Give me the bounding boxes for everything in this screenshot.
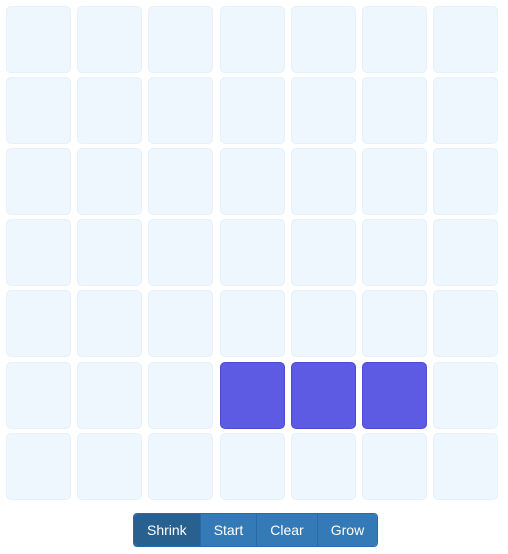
grid-cell[interactable]	[433, 77, 498, 144]
grid-cell[interactable]	[362, 77, 427, 144]
start-button[interactable]: Start	[200, 514, 258, 546]
grid-cell[interactable]	[6, 77, 71, 144]
grid-cell[interactable]	[148, 6, 213, 73]
grid-cell[interactable]	[148, 433, 213, 500]
grid-cell[interactable]	[291, 219, 356, 286]
control-button-group: Shrink Start Clear Grow	[133, 513, 379, 547]
grid-cell[interactable]	[362, 362, 427, 429]
grid-cell[interactable]	[6, 290, 71, 357]
grid-cell[interactable]	[433, 290, 498, 357]
grid-cell[interactable]	[148, 148, 213, 215]
grid-cell[interactable]	[148, 290, 213, 357]
grid-cell[interactable]	[77, 6, 142, 73]
grid-cell[interactable]	[291, 433, 356, 500]
grid-cell[interactable]	[148, 219, 213, 286]
grid-cell[interactable]	[220, 290, 285, 357]
grid-cell[interactable]	[291, 362, 356, 429]
grid-cell[interactable]	[6, 219, 71, 286]
grid-cell[interactable]	[148, 77, 213, 144]
grid-cell[interactable]	[433, 433, 498, 500]
grid-cell[interactable]	[291, 6, 356, 73]
grid-cell[interactable]	[77, 433, 142, 500]
grid-cell[interactable]	[220, 362, 285, 429]
grid-cell[interactable]	[220, 77, 285, 144]
grid-cell[interactable]	[291, 77, 356, 144]
grid-cell[interactable]	[433, 148, 498, 215]
grid-cell[interactable]	[6, 362, 71, 429]
grid-cell[interactable]	[77, 148, 142, 215]
grid-cell[interactable]	[291, 290, 356, 357]
grid-cell[interactable]	[362, 6, 427, 73]
grid-cell[interactable]	[362, 148, 427, 215]
grid-cell[interactable]	[77, 219, 142, 286]
grid-cell[interactable]	[148, 362, 213, 429]
grid-cell[interactable]	[433, 362, 498, 429]
grid-cell[interactable]	[77, 362, 142, 429]
grid-cell[interactable]	[362, 290, 427, 357]
grid-cell[interactable]	[291, 148, 356, 215]
grid-cell[interactable]	[6, 433, 71, 500]
grid-cell[interactable]	[6, 6, 71, 73]
grow-button[interactable]: Grow	[317, 514, 378, 546]
clear-button[interactable]: Clear	[257, 514, 318, 546]
grid-cell[interactable]	[77, 77, 142, 144]
grid-cell[interactable]	[433, 6, 498, 73]
grid-cell[interactable]	[433, 219, 498, 286]
grid-cell[interactable]	[6, 148, 71, 215]
shrink-button[interactable]: Shrink	[134, 514, 201, 546]
game-board	[0, 0, 508, 508]
grid-cell[interactable]	[220, 148, 285, 215]
grid-cell[interactable]	[77, 290, 142, 357]
grid-cell[interactable]	[362, 219, 427, 286]
grid-cell[interactable]	[220, 433, 285, 500]
grid-cell[interactable]	[220, 6, 285, 73]
grid-cell[interactable]	[362, 433, 427, 500]
grid-cell[interactable]	[220, 219, 285, 286]
